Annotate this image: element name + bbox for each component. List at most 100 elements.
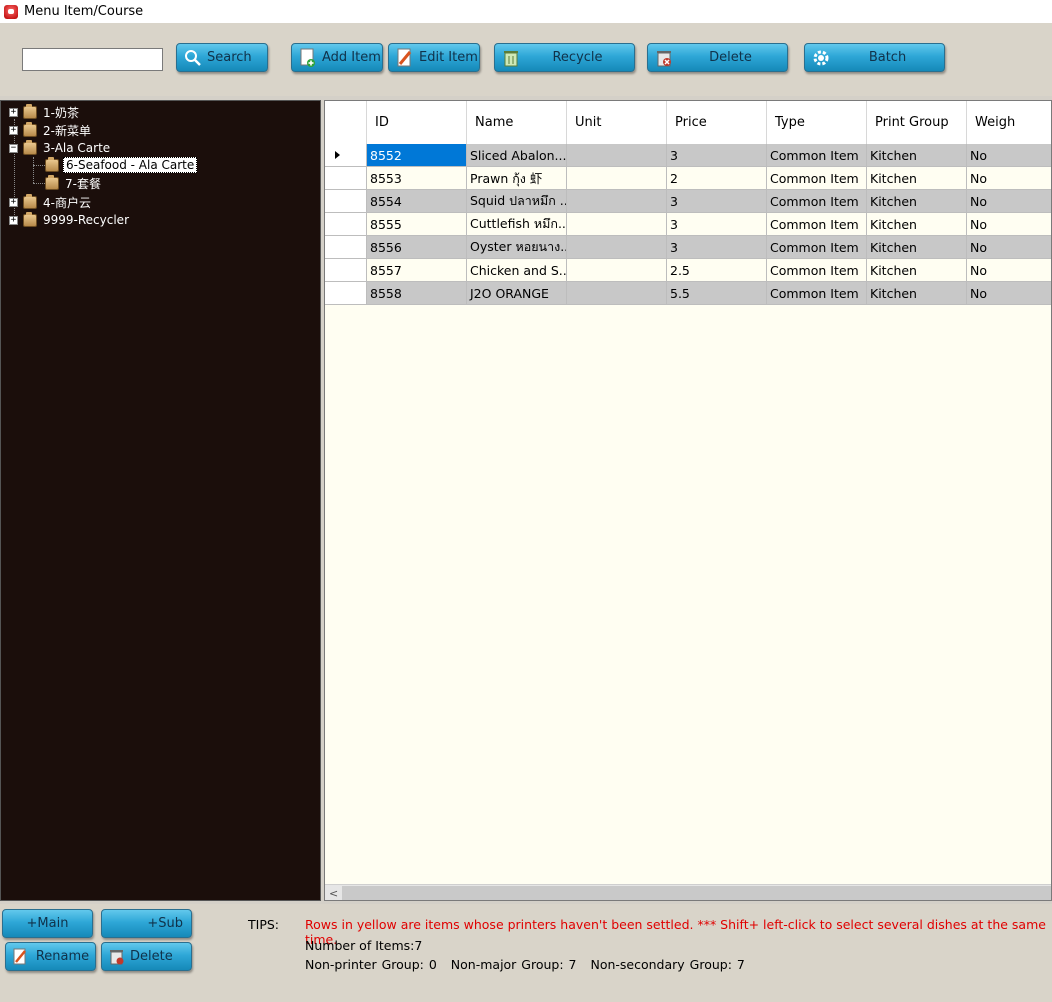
- column-header-weigh[interactable]: Weigh: [967, 101, 1051, 144]
- add-main-category-button[interactable]: +Main: [2, 909, 93, 938]
- cell-name[interactable]: Chicken and S...: [467, 259, 567, 282]
- cell-weigh[interactable]: No: [967, 144, 1051, 167]
- tree-node[interactable]: + 1-奶茶: [9, 103, 81, 120]
- cell-price[interactable]: 2: [667, 167, 767, 190]
- cell-type[interactable]: Common Item: [767, 236, 867, 259]
- search-button[interactable]: Search: [176, 43, 268, 72]
- expand-icon[interactable]: +: [9, 197, 18, 207]
- items-grid[interactable]: ID Name Unit Price Type Print Group Weig…: [324, 100, 1052, 901]
- cell-price[interactable]: 3: [667, 236, 767, 259]
- cell-weigh[interactable]: No: [967, 236, 1051, 259]
- cell-id[interactable]: 8555: [367, 213, 467, 236]
- column-header-unit[interactable]: Unit: [567, 101, 667, 144]
- scroll-left-icon[interactable]: <: [329, 887, 338, 900]
- cell-type[interactable]: Common Item: [767, 167, 867, 190]
- cell-weigh[interactable]: No: [967, 259, 1051, 282]
- delete-category-button[interactable]: Delete: [101, 942, 192, 971]
- tree-node[interactable]: − 3-Ala Carte: [9, 139, 112, 156]
- cell-id[interactable]: 8556: [367, 236, 467, 259]
- table-row[interactable]: 8554 Squid ปลาหมึก ... 3 Common Item Kitchen…: [325, 190, 1051, 213]
- cell-print-group[interactable]: Kitchen: [867, 144, 967, 167]
- row-header[interactable]: [325, 213, 367, 236]
- cell-type[interactable]: Common Item: [767, 190, 867, 213]
- tree-node-selected[interactable]: 6-Seafood - Ala Carte: [45, 156, 198, 173]
- row-header[interactable]: [325, 190, 367, 213]
- tree-node[interactable]: + 4-商户云: [9, 193, 93, 210]
- tree-node[interactable]: + 9999-Recycler: [9, 211, 131, 228]
- cell-id[interactable]: 8558: [367, 282, 467, 305]
- cell-price[interactable]: 3: [667, 144, 767, 167]
- cell-weigh[interactable]: No: [967, 190, 1051, 213]
- table-row[interactable]: 8558 J2O ORANGE 5.5 Common Item Kitchen No: [325, 282, 1051, 305]
- tree-node[interactable]: + 2-新菜单: [9, 121, 93, 138]
- column-header-price[interactable]: Price: [667, 101, 767, 144]
- column-header-print-group[interactable]: Print Group: [867, 101, 967, 144]
- cell-weigh[interactable]: No: [967, 282, 1051, 305]
- cell-print-group[interactable]: Kitchen: [867, 167, 967, 190]
- cell-name[interactable]: Oyster หอยนาง...: [467, 236, 567, 259]
- scrollbar-thumb[interactable]: [342, 886, 1051, 900]
- expand-icon[interactable]: +: [9, 125, 18, 135]
- batch-button[interactable]: Batch: [804, 43, 945, 72]
- cell-type[interactable]: Common Item: [767, 144, 867, 167]
- cell-id[interactable]: 8552: [367, 144, 467, 167]
- tree-node-label: 6-Seafood - Ala Carte: [63, 157, 198, 173]
- cell-unit[interactable]: [567, 282, 667, 305]
- table-row[interactable]: 8557 Chicken and S... 2.5 Common Item Kitche…: [325, 259, 1051, 282]
- cell-type[interactable]: Common Item: [767, 259, 867, 282]
- cell-type[interactable]: Common Item: [767, 282, 867, 305]
- tree-node[interactable]: 7-套餐: [45, 174, 103, 191]
- cell-name[interactable]: Squid ปลาหมึก ...: [467, 190, 567, 213]
- cell-unit[interactable]: [567, 190, 667, 213]
- table-row[interactable]: 8553 Prawn กุ้ง 虾 2 Common Item Kitchen No: [325, 167, 1051, 190]
- cell-price[interactable]: 2.5: [667, 259, 767, 282]
- delete-button[interactable]: Delete: [647, 43, 788, 72]
- cell-print-group[interactable]: Kitchen: [867, 190, 967, 213]
- expand-icon[interactable]: +: [9, 215, 18, 225]
- cell-name[interactable]: J2O ORANGE: [467, 282, 567, 305]
- cell-type[interactable]: Common Item: [767, 213, 867, 236]
- cell-print-group[interactable]: Kitchen: [867, 282, 967, 305]
- cell-price[interactable]: 3: [667, 213, 767, 236]
- row-header[interactable]: [325, 236, 367, 259]
- cell-print-group[interactable]: Kitchen: [867, 213, 967, 236]
- add-sub-category-button[interactable]: +Sub: [101, 909, 192, 938]
- category-tree[interactable]: + 1-奶茶 + 2-新菜单 − 3-Ala Carte 6-Seafood -…: [0, 100, 321, 901]
- cell-print-group[interactable]: Kitchen: [867, 236, 967, 259]
- search-input[interactable]: [22, 48, 163, 71]
- column-header-type[interactable]: Type: [767, 101, 867, 144]
- rename-label: Rename: [35, 949, 90, 964]
- cell-unit[interactable]: [567, 259, 667, 282]
- table-row[interactable]: 8556 Oyster หอยนาง... 3 Common Item Kitchen N…: [325, 236, 1051, 259]
- cell-name[interactable]: Cuttlefish หมึก...: [467, 213, 567, 236]
- cell-weigh[interactable]: No: [967, 167, 1051, 190]
- collapse-icon[interactable]: −: [9, 143, 18, 153]
- cell-id[interactable]: 8553: [367, 167, 467, 190]
- column-header-name[interactable]: Name: [467, 101, 567, 144]
- cell-name[interactable]: Prawn กุ้ง 虾: [467, 167, 567, 190]
- table-row[interactable]: 8552 Sliced Abalon... 3 Common Item Kitchen N…: [325, 144, 1051, 167]
- cell-unit[interactable]: [567, 167, 667, 190]
- cell-id[interactable]: 8557: [367, 259, 467, 282]
- expand-icon[interactable]: +: [9, 107, 18, 117]
- cell-unit[interactable]: [567, 144, 667, 167]
- cell-weigh[interactable]: No: [967, 213, 1051, 236]
- add-item-button[interactable]: Add Item: [291, 43, 383, 72]
- row-header[interactable]: [325, 144, 367, 167]
- row-header[interactable]: [325, 282, 367, 305]
- row-header[interactable]: [325, 259, 367, 282]
- cell-price[interactable]: 3: [667, 190, 767, 213]
- recycle-button[interactable]: Recycle: [494, 43, 635, 72]
- row-header[interactable]: [325, 167, 367, 190]
- cell-unit[interactable]: [567, 213, 667, 236]
- cell-print-group[interactable]: Kitchen: [867, 259, 967, 282]
- edit-item-button[interactable]: Edit Item: [388, 43, 480, 72]
- cell-unit[interactable]: [567, 236, 667, 259]
- cell-id[interactable]: 8554: [367, 190, 467, 213]
- table-row[interactable]: 8555 Cuttlefish หมึก... 3 Common Item Kitche…: [325, 213, 1051, 236]
- rename-button[interactable]: Rename: [5, 942, 96, 971]
- cell-price[interactable]: 5.5: [667, 282, 767, 305]
- column-header-id[interactable]: ID: [367, 101, 467, 144]
- horizontal-scrollbar[interactable]: <: [325, 884, 1051, 900]
- cell-name[interactable]: Sliced Abalon...: [467, 144, 567, 167]
